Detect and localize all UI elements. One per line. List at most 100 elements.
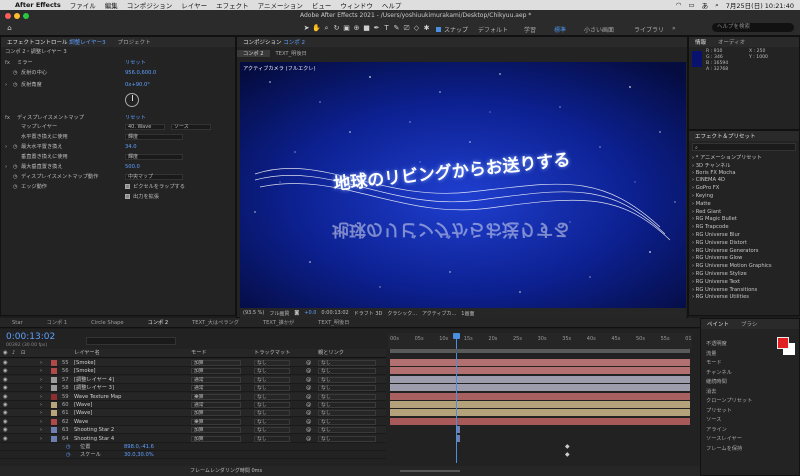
expand-arrow-icon[interactable]: › [5,143,7,151]
label-color-chip[interactable] [51,435,57,442]
label-color-chip[interactable] [51,376,57,383]
tab-effects-presets[interactable]: エフェクト＆プリセット [689,132,762,140]
zoom-tool-icon[interactable]: ⌕ [322,24,331,33]
tab-composition[interactable]: コンポジション コンポ 2 [237,38,311,46]
home-icon[interactable]: ⌂ [5,24,14,33]
layer-row[interactable]: ◉ › 60 [Wave] 通常 なし @ なし [0,401,386,409]
composition-viewer[interactable]: 地球のリビングからお送りする アクティブカメラ (フルエクレ) 地球のリビングか… [240,62,686,308]
text-tool-icon[interactable]: T [382,24,391,33]
time-ruler[interactable]: 00s 05s 10s 15s 20s 25s 30s 35s 40s 45s 50s 55s 01 [388,333,692,349]
wifi-icon[interactable]: ◠ [676,1,682,9]
layer-duration-bar[interactable] [390,359,690,366]
label-color-chip[interactable] [51,427,57,434]
menubar-clock[interactable]: 7月25日(日) 10:21:40 [726,0,794,10]
layer-row[interactable]: ◉ › 57 [調整レイヤー 4] 通常 なし @ なし [0,375,386,384]
pickwhip-icon[interactable]: @ [306,367,311,375]
camera-tool-icon[interactable]: ▣ [342,24,351,33]
zoom-level-dropdown[interactable]: (93.5 %) [243,310,264,316]
workspace-libraries[interactable]: ライブラリ [634,25,664,34]
selection-tool-icon[interactable]: ➤ [302,24,311,33]
effect-category-item[interactable]: › RG Magic Bullet [692,216,737,222]
renderer-dropdown[interactable]: クラシック... [387,310,417,317]
stopwatch-icon[interactable]: ◷ [66,451,71,459]
stopwatch-icon[interactable]: ◷ [13,183,18,191]
pickwhip-icon[interactable]: @ [306,384,311,392]
menu-app[interactable]: After Effects [15,1,61,9]
menu-file[interactable]: ファイル [70,0,96,10]
audio-icon[interactable]: ♪ [12,349,15,358]
layer-name[interactable]: [調整レイヤー 3] [74,384,114,392]
pickwhip-icon[interactable]: @ [306,359,311,367]
stopwatch-icon[interactable]: ◷ [66,443,71,451]
layer-name[interactable]: Shooting Star 2 [74,426,114,434]
effect-category-item[interactable]: › RG Universe Transitions [692,287,757,293]
timeline-search-input[interactable] [86,337,176,345]
tab-project[interactable]: プロジェクト [112,38,157,46]
layer-duration-bar[interactable] [390,367,690,375]
track-matte-dropdown[interactable]: なし [254,360,290,366]
effect-category-item[interactable]: › 3D チャンネル [692,162,730,169]
window-close-button[interactable] [5,13,11,19]
parent-dropdown[interactable]: なし [318,435,376,442]
eye-icon[interactable]: ◉ [3,367,8,375]
tab-paint[interactable]: ペイント [701,320,735,328]
track-matte-dropdown[interactable]: なし [254,402,290,408]
effect-category-item[interactable]: › RG Universe Generators [692,248,759,254]
help-search-input[interactable]: ヘルプを検索 [712,23,794,32]
property-row[interactable]: ◷ スケール 30.0,30.0% [0,451,386,460]
blend-mode-dropdown[interactable]: 加算 [191,368,241,375]
menu-effect[interactable]: エフェクト [216,0,249,10]
header-track-matte[interactable]: トラックマット [254,349,290,358]
draft-3d-toggle[interactable]: ドラフト 3D [354,310,383,317]
tab-effect-controls[interactable]: エフェクトコントロール 調整レイヤー3 [1,38,112,46]
layer-row[interactable]: ◉ › 58 [調整レイヤー 3] 通常 なし @ なし [0,384,386,393]
menu-composition[interactable]: コンポジション [127,0,173,10]
effect-category-item[interactable]: › Keying [692,193,713,199]
blend-mode-dropdown[interactable]: 加算 [191,360,241,366]
expand-output-checkbox[interactable] [125,194,130,199]
param-value[interactable]: 34.0 [125,143,137,151]
effect-section-displacement[interactable]: fx ディスプレイスメントマップ リセット [1,114,235,122]
layer-name[interactable]: [Smoke] [74,367,96,375]
layer-name[interactable]: [Wave] [74,409,92,417]
map-layer-dropdown[interactable]: 40. Wave [125,124,165,130]
tab-audio[interactable]: オーディオ [712,38,751,46]
blend-mode-dropdown[interactable]: 加算 [191,435,241,442]
eye-icon[interactable]: ◉ [3,393,8,401]
menu-layer[interactable]: レイヤー [181,0,207,10]
work-area-bar[interactable] [390,349,690,353]
track-matte-dropdown[interactable]: なし [254,418,290,425]
layer-name[interactable]: [調整レイヤー 4] [74,376,114,384]
keyframe-icon[interactable]: ◆ [565,443,570,450]
property-value[interactable]: 30.0,30.0% [124,451,154,459]
workspace-learn[interactable]: 学習 [524,25,536,34]
effect-category-item[interactable]: › CINEMA 4D [692,177,725,183]
expand-arrow-icon[interactable]: › [40,418,42,426]
effect-reset-displacement[interactable]: リセット [125,114,146,122]
workspace-default[interactable]: デフォルト [478,25,508,34]
stopwatch-icon[interactable]: ◷ [13,143,18,151]
effect-category-item[interactable]: › RG Universe Blur [692,232,740,238]
effect-category-item[interactable]: › RG Universe Glow [692,255,742,261]
input-language-icon[interactable]: あ [702,0,709,10]
label-color-chip[interactable] [51,418,57,425]
pickwhip-icon[interactable]: @ [306,376,311,384]
workspace-standard[interactable]: 標準 [554,25,566,34]
layer-duration-bar[interactable] [390,384,690,392]
timeline-tab-active[interactable]: コンポ 2 [136,319,181,326]
effect-category-item[interactable]: › RG Universe Distort [692,240,747,246]
layer-row[interactable]: ◉ › 56 [Smoke] 加算 なし @ なし [0,367,386,376]
horizontal-use-dropdown[interactable]: 輝度 [125,134,183,140]
param-value[interactable]: 956.0,600.0 [125,69,156,77]
zoom-slider[interactable] [400,470,460,472]
label-color-chip[interactable] [51,410,57,417]
expand-arrow-icon[interactable]: › [40,401,42,409]
expand-arrow-icon[interactable]: › [40,393,42,401]
blend-mode-dropdown[interactable]: 通常 [191,402,241,408]
layer-duration-bar[interactable] [390,401,690,408]
parent-dropdown[interactable]: なし [318,418,376,425]
tab-brush[interactable]: ブラシ [735,320,763,328]
rotate-tool-icon[interactable]: ↻ [332,24,341,33]
menu-window[interactable]: ウィンドウ [340,0,373,10]
subtab-text-asatte[interactable]: TEXT_明後日 [270,50,313,57]
